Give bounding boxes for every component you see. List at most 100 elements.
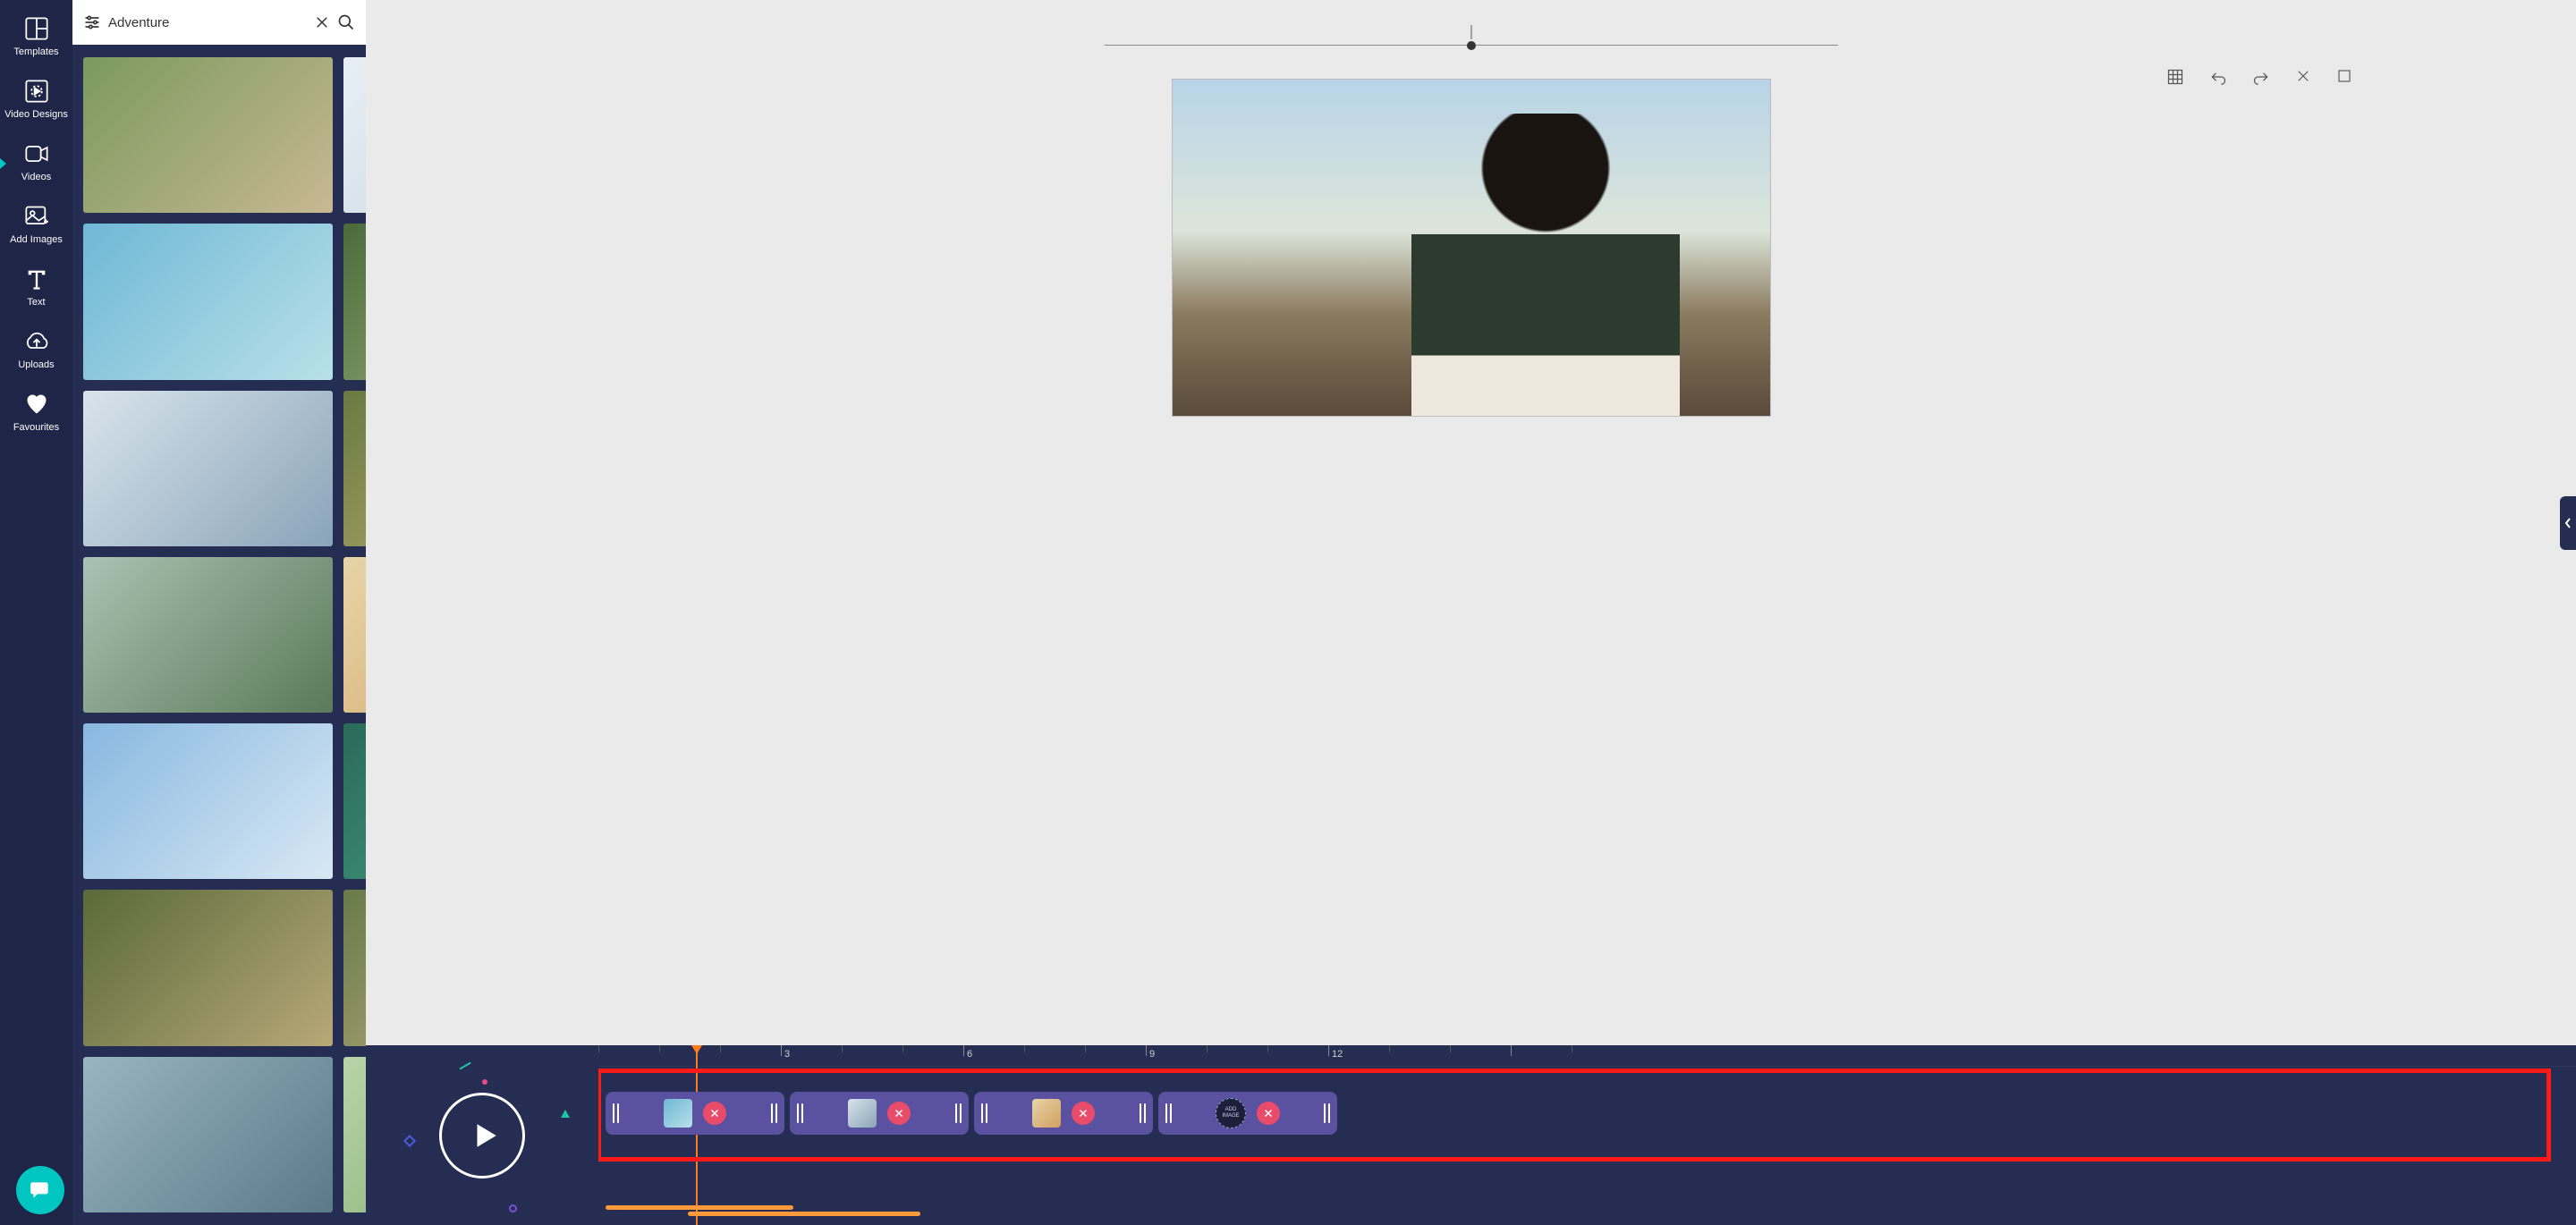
delete-clip-button[interactable] xyxy=(1257,1102,1280,1125)
undo-button[interactable] xyxy=(2209,68,2227,86)
video-thumb[interactable] xyxy=(343,890,366,1045)
clip-thumb xyxy=(1032,1099,1061,1128)
audio-segment[interactable] xyxy=(688,1212,920,1216)
videos-icon xyxy=(24,141,49,166)
clear-search-icon[interactable] xyxy=(314,14,330,30)
deco-circle xyxy=(509,1204,517,1212)
clip-handle-left[interactable] xyxy=(613,1103,619,1123)
play-button[interactable] xyxy=(439,1093,525,1179)
audio-track xyxy=(598,1205,2576,1216)
rail-label: Video Designs xyxy=(4,109,68,120)
video-thumb[interactable] xyxy=(343,391,366,546)
video-thumb[interactable] xyxy=(83,1057,333,1212)
video-thumb[interactable] xyxy=(83,57,333,213)
clip-handle-right[interactable] xyxy=(1140,1103,1146,1123)
undo-icon xyxy=(2209,68,2227,86)
redo-icon xyxy=(2252,68,2270,86)
timeline-ruler[interactable]: 36912 xyxy=(598,1045,2576,1067)
canvas-toolbar xyxy=(2166,68,2352,86)
deco-diamond xyxy=(403,1135,416,1147)
filter-icon[interactable] xyxy=(83,13,101,31)
video-thumb[interactable] xyxy=(83,224,333,379)
close-icon xyxy=(1078,1108,1089,1119)
delete-clip-button[interactable] xyxy=(703,1102,726,1125)
video-thumb[interactable] xyxy=(343,57,366,213)
rail-templates[interactable]: Templates xyxy=(0,7,72,70)
timeline-clip[interactable] xyxy=(974,1092,1153,1135)
clip-handle-left[interactable] xyxy=(797,1103,803,1123)
chat-button[interactable] xyxy=(16,1166,64,1214)
video-thumb[interactable] xyxy=(83,890,333,1045)
preview-image xyxy=(1411,114,1681,416)
video-thumb[interactable] xyxy=(83,557,333,713)
grid-icon xyxy=(2166,68,2184,86)
add-image-placeholder[interactable]: ADD IMAGE xyxy=(1216,1098,1246,1128)
rail-label: Uploads xyxy=(18,359,54,370)
ruler-label: 9 xyxy=(1149,1049,1155,1060)
rail-label: Favourites xyxy=(13,422,59,433)
video-thumb[interactable] xyxy=(343,557,366,713)
clip-handle-right[interactable] xyxy=(955,1103,962,1123)
ruler-label: 12 xyxy=(1332,1049,1343,1060)
preview-canvas[interactable] xyxy=(1172,79,1771,417)
redo-button[interactable] xyxy=(2252,68,2270,86)
chevron-left-icon xyxy=(2563,517,2572,529)
rail-uploads[interactable]: Uploads xyxy=(0,320,72,383)
page-icon xyxy=(2336,68,2352,84)
chat-icon xyxy=(29,1179,52,1202)
delete-clip-button[interactable] xyxy=(1072,1102,1095,1125)
grid-toggle-button[interactable] xyxy=(2166,68,2184,86)
rail-videos[interactable]: Videos xyxy=(0,132,72,195)
video-thumb[interactable] xyxy=(343,1057,366,1212)
audio-segment[interactable] xyxy=(606,1205,793,1210)
rail-text[interactable]: Text xyxy=(0,258,72,320)
rail-add-images[interactable]: Add Images xyxy=(0,195,72,258)
close-canvas-button[interactable] xyxy=(2295,68,2311,86)
video-results-grid xyxy=(72,45,366,1225)
tracks: 36912 ADD IMAGE xyxy=(598,1045,2576,1225)
favourites-icon xyxy=(24,392,49,417)
play-icon xyxy=(470,1120,500,1151)
timeline-clip[interactable]: ADD IMAGE xyxy=(1158,1092,1337,1135)
timeline-clip[interactable] xyxy=(790,1092,969,1135)
video-designs-icon xyxy=(24,79,49,104)
close-icon xyxy=(894,1108,904,1119)
timeline-clip[interactable] xyxy=(606,1092,784,1135)
play-zone xyxy=(366,1045,598,1225)
expand-right-panel-button[interactable] xyxy=(2560,496,2576,550)
clip-handle-left[interactable] xyxy=(981,1103,987,1123)
clip-thumb xyxy=(664,1099,692,1128)
clip-handle-right[interactable] xyxy=(771,1103,777,1123)
zoom-handle[interactable] xyxy=(1466,25,1477,52)
rail-label: Text xyxy=(27,297,45,308)
rail-video-designs[interactable]: Video Designs xyxy=(0,70,72,132)
uploads-icon xyxy=(24,329,49,354)
search-icon[interactable] xyxy=(337,13,355,31)
close-icon xyxy=(2295,68,2311,84)
left-rail: Templates Video Designs Videos Add Image… xyxy=(0,0,72,1225)
text-icon xyxy=(24,266,49,291)
close-icon xyxy=(709,1108,720,1119)
video-thumb[interactable] xyxy=(343,723,366,879)
clip-handle-left[interactable] xyxy=(1165,1103,1172,1123)
page-button[interactable] xyxy=(2336,68,2352,86)
templates-icon xyxy=(24,16,49,41)
deco-line xyxy=(460,1062,471,1069)
deco-triangle xyxy=(561,1110,570,1118)
rail-favourites[interactable]: Favourites xyxy=(0,383,72,445)
zoom-slider[interactable] xyxy=(1105,25,1838,52)
close-icon xyxy=(1263,1108,1274,1119)
search-panel xyxy=(72,0,366,1225)
add-images-icon xyxy=(24,204,49,229)
main-area: 36912 ADD IMAGE xyxy=(366,0,2576,1225)
canvas-area xyxy=(366,0,2576,1045)
delete-clip-button[interactable] xyxy=(887,1102,911,1125)
clip-handle-right[interactable] xyxy=(1324,1103,1330,1123)
video-thumb[interactable] xyxy=(83,723,333,879)
search-input[interactable] xyxy=(108,15,307,30)
timeline: 36912 ADD IMAGE xyxy=(366,1045,2576,1225)
rail-label: Videos xyxy=(21,172,51,182)
video-thumb[interactable] xyxy=(83,391,333,546)
rail-label: Add Images xyxy=(10,234,63,245)
video-thumb[interactable] xyxy=(343,224,366,379)
